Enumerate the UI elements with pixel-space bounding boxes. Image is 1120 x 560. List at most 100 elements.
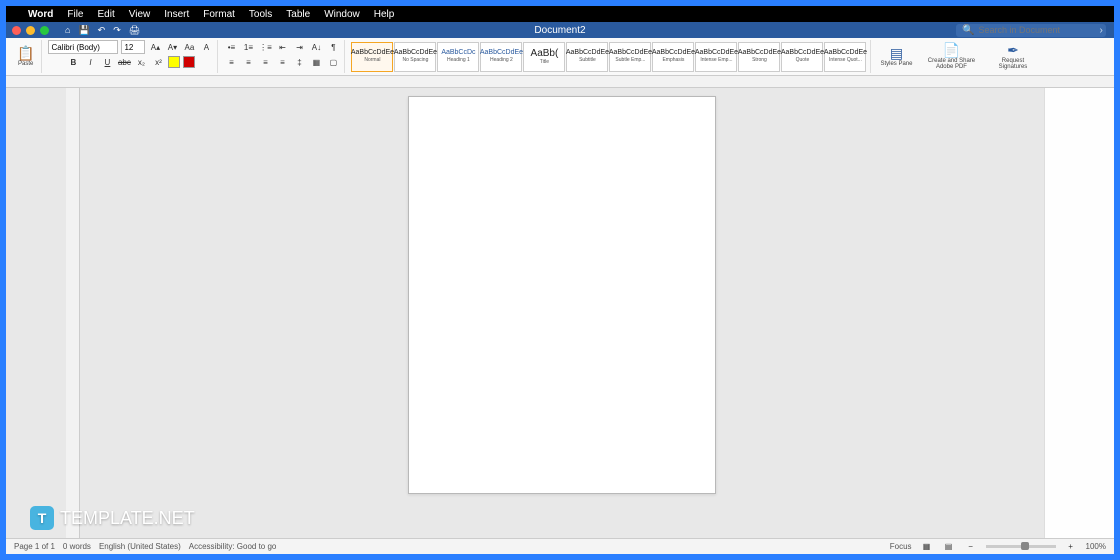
style-label: Quote bbox=[796, 58, 810, 64]
borders-button[interactable]: ▢ bbox=[326, 55, 340, 69]
style-emphasis[interactable]: AaBbCcDdEeEmphasis bbox=[652, 42, 694, 72]
italic-button[interactable]: I bbox=[83, 55, 97, 69]
decrease-indent-button[interactable]: ⇤ bbox=[275, 40, 289, 54]
zoom-slider[interactable] bbox=[986, 545, 1056, 548]
style-label: Heading 2 bbox=[490, 58, 513, 64]
minimize-window-button[interactable] bbox=[26, 26, 35, 35]
clear-formatting-button[interactable]: A bbox=[199, 40, 213, 54]
right-margin-area bbox=[1044, 88, 1114, 538]
menu-tools[interactable]: Tools bbox=[249, 9, 272, 20]
change-case-button[interactable]: Aa bbox=[182, 40, 196, 54]
zoom-level[interactable]: 100% bbox=[1086, 542, 1106, 551]
style-intense-emp-[interactable]: AaBbCcDdEeIntense Emp... bbox=[695, 42, 737, 72]
document-page[interactable] bbox=[408, 96, 716, 494]
style-intense-quot-[interactable]: AaBbCcDdEeIntense Quot... bbox=[824, 42, 866, 72]
chevron-right-icon[interactable]: › bbox=[1099, 25, 1102, 36]
menu-table[interactable]: Table bbox=[286, 9, 310, 20]
menu-help[interactable]: Help bbox=[374, 9, 395, 20]
numbering-button[interactable]: 1≡ bbox=[241, 40, 255, 54]
sort-button[interactable]: A↓ bbox=[309, 40, 323, 54]
increase-font-button[interactable]: A▴ bbox=[148, 40, 162, 54]
strikethrough-button[interactable]: abc bbox=[117, 55, 131, 69]
subscript-button[interactable]: x₂ bbox=[134, 55, 148, 69]
zoom-in-button[interactable]: + bbox=[1064, 540, 1078, 554]
styles-group: AaBbCcDdEeNormalAaBbCcDdEeNo SpacingAaBb… bbox=[347, 40, 871, 73]
underline-button[interactable]: U bbox=[100, 55, 114, 69]
style-normal[interactable]: AaBbCcDdEeNormal bbox=[351, 42, 393, 72]
zoom-window-button[interactable] bbox=[40, 26, 49, 35]
style-quote[interactable]: AaBbCcDdEeQuote bbox=[781, 42, 823, 72]
app-name[interactable]: Word bbox=[28, 9, 53, 20]
search-icon: 🔍 bbox=[962, 25, 974, 36]
style-preview: AaBbCcDdEe bbox=[480, 49, 523, 57]
style-label: Subtitle bbox=[579, 58, 596, 64]
home-icon[interactable]: ⌂ bbox=[65, 25, 70, 35]
traffic-lights bbox=[12, 26, 49, 35]
style-heading-1[interactable]: AaBbCcDcHeading 1 bbox=[437, 42, 479, 72]
menu-format[interactable]: Format bbox=[203, 9, 235, 20]
style-preview: AaBbCcDdEe bbox=[738, 49, 781, 57]
search-input[interactable] bbox=[978, 25, 1095, 35]
multilevel-button[interactable]: ⋮≡ bbox=[258, 40, 272, 54]
align-right-button[interactable]: ≡ bbox=[258, 55, 272, 69]
menu-insert[interactable]: Insert bbox=[164, 9, 189, 20]
show-marks-button[interactable]: ¶ bbox=[326, 40, 340, 54]
create-pdf-button[interactable]: 📄 Create and Share Adobe PDF bbox=[918, 41, 984, 72]
zoom-out-button[interactable]: − bbox=[964, 540, 978, 554]
increase-indent-button[interactable]: ⇥ bbox=[292, 40, 306, 54]
align-left-button[interactable]: ≡ bbox=[224, 55, 238, 69]
horizontal-ruler[interactable] bbox=[6, 76, 1114, 88]
clipboard-icon: 📋 bbox=[17, 46, 34, 60]
search-box[interactable]: 🔍 › bbox=[956, 24, 1106, 37]
highlight-color-button[interactable] bbox=[168, 56, 180, 68]
style-no-spacing[interactable]: AaBbCcDdEeNo Spacing bbox=[394, 42, 436, 72]
menu-file[interactable]: File bbox=[67, 9, 83, 20]
ribbon: 📋 Paste A▴ A▾ Aa A B I U abc x₂ x² bbox=[6, 38, 1114, 76]
font-color-button[interactable] bbox=[183, 56, 195, 68]
undo-icon[interactable]: ↶ bbox=[98, 25, 106, 36]
font-name-select[interactable] bbox=[48, 40, 118, 54]
shading-button[interactable]: ▦ bbox=[309, 55, 323, 69]
justify-button[interactable]: ≡ bbox=[275, 55, 289, 69]
print-icon[interactable]: 🖨 bbox=[129, 25, 140, 36]
menu-edit[interactable]: Edit bbox=[98, 9, 115, 20]
page-indicator[interactable]: Page 1 of 1 bbox=[14, 542, 55, 551]
menu-view[interactable]: View bbox=[129, 9, 151, 20]
request-signatures-button[interactable]: ✒ Request Signatures bbox=[987, 41, 1038, 72]
focus-mode-button[interactable]: Focus bbox=[890, 542, 912, 551]
vertical-ruler[interactable] bbox=[66, 88, 80, 538]
print-layout-view-icon[interactable]: ▦ bbox=[920, 540, 934, 554]
save-icon[interactable]: 💾 bbox=[78, 25, 89, 36]
font-size-select[interactable] bbox=[121, 40, 145, 54]
paragraph-group: •≡ 1≡ ⋮≡ ⇤ ⇥ A↓ ¶ ≡ ≡ ≡ ≡ ‡ ▦ ▢ bbox=[220, 40, 345, 73]
paste-button[interactable]: 📋 Paste bbox=[14, 44, 37, 69]
web-layout-view-icon[interactable]: ▤ bbox=[942, 540, 956, 554]
signature-icon: ✒ bbox=[1007, 43, 1019, 57]
window-titlebar: ⌂ 💾 ↶ ↷ 🖨 Document2 🔍 › bbox=[6, 22, 1114, 38]
style-heading-2[interactable]: AaBbCcDdEeHeading 2 bbox=[480, 42, 522, 72]
menu-window[interactable]: Window bbox=[324, 9, 360, 20]
style-strong[interactable]: AaBbCcDdEeStrong bbox=[738, 42, 780, 72]
style-preview: AaBbCcDdEe bbox=[695, 49, 738, 57]
align-center-button[interactable]: ≡ bbox=[241, 55, 255, 69]
close-window-button[interactable] bbox=[12, 26, 21, 35]
line-spacing-button[interactable]: ‡ bbox=[292, 55, 306, 69]
style-label: Intense Emp... bbox=[700, 58, 732, 64]
style-preview: AaBbCcDdEe bbox=[609, 49, 652, 57]
accessibility-indicator[interactable]: Accessibility: Good to go bbox=[189, 542, 277, 551]
styles-pane-button[interactable]: ▤ Styles Pane bbox=[877, 44, 915, 69]
bullets-button[interactable]: •≡ bbox=[224, 40, 238, 54]
superscript-button[interactable]: x² bbox=[151, 55, 165, 69]
style-label: No Spacing bbox=[403, 58, 429, 64]
redo-icon[interactable]: ↷ bbox=[113, 25, 121, 36]
style-preview: AaBbCcDdEe bbox=[394, 49, 437, 57]
language-indicator[interactable]: English (United States) bbox=[99, 542, 181, 551]
document-workspace bbox=[6, 88, 1114, 538]
decrease-font-button[interactable]: A▾ bbox=[165, 40, 179, 54]
style-title[interactable]: AaBb(Title bbox=[523, 42, 565, 72]
word-count[interactable]: 0 words bbox=[63, 542, 91, 551]
style-subtle-emp-[interactable]: AaBbCcDdEeSubtle Emp... bbox=[609, 42, 651, 72]
style-label: Heading 1 bbox=[447, 58, 470, 64]
bold-button[interactable]: B bbox=[66, 55, 80, 69]
style-subtitle[interactable]: AaBbCcDdEeSubtitle bbox=[566, 42, 608, 72]
